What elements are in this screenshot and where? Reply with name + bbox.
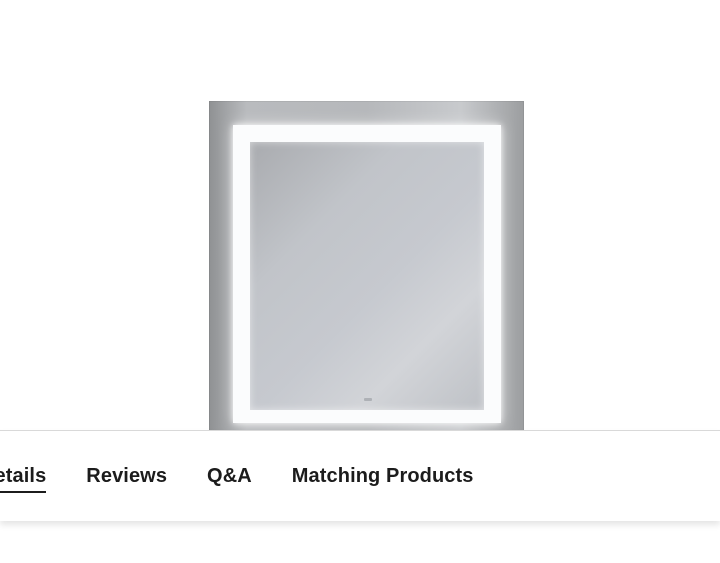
tab-reviews[interactable]: Reviews xyxy=(86,465,167,493)
mirror-glass xyxy=(250,142,484,410)
product-tab-bar: Details Reviews Q&A Matching Products xyxy=(0,430,720,521)
tab-qa[interactable]: Q&A xyxy=(207,465,252,493)
product-image[interactable] xyxy=(209,101,524,433)
tab-list: Details Reviews Q&A Matching Products xyxy=(0,465,514,493)
mirror-light-frame xyxy=(233,125,501,423)
tab-details[interactable]: Details xyxy=(0,465,47,493)
mirror-sensor-icon xyxy=(364,398,372,401)
product-page: Details Reviews Q&A Matching Products xyxy=(0,0,720,563)
tab-matching-products[interactable]: Matching Products xyxy=(292,465,474,493)
